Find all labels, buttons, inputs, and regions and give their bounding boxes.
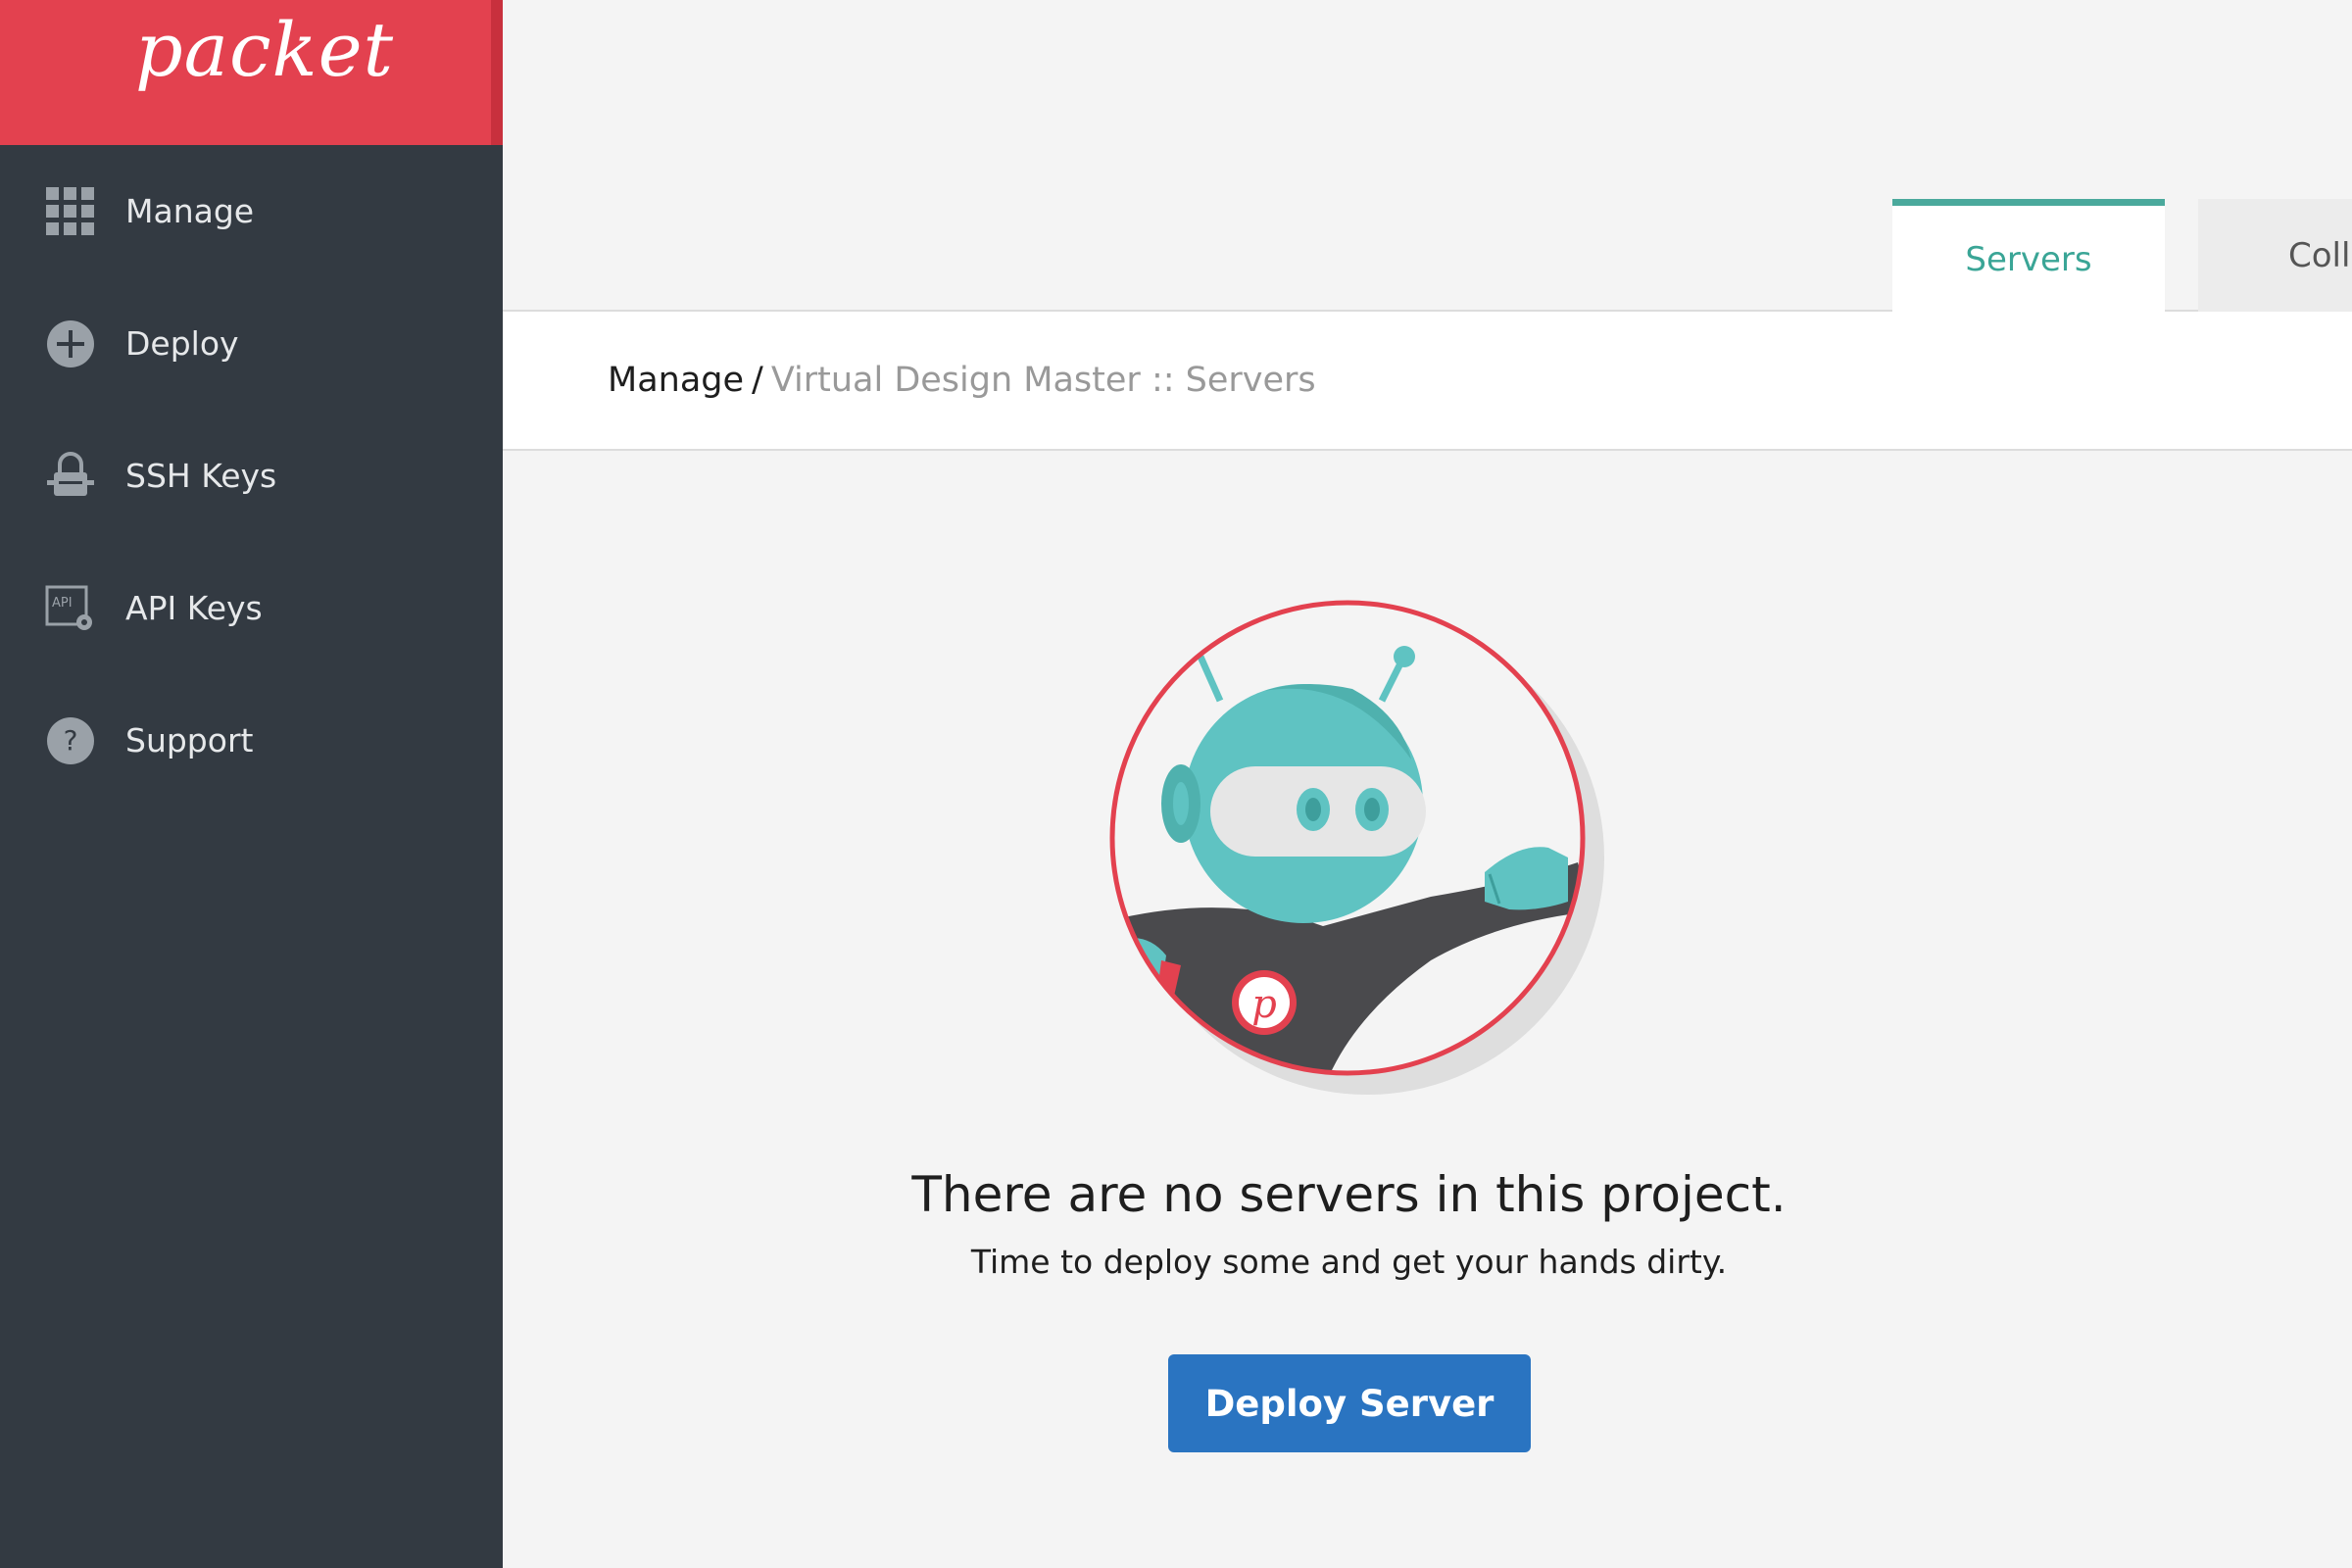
sidebar-item-label: Manage bbox=[125, 192, 255, 230]
breadcrumb-current: Virtual Design Master :: Servers bbox=[770, 361, 1316, 400]
tab-label: Colla bbox=[2288, 236, 2352, 275]
sidebar-item-label: API Keys bbox=[125, 589, 263, 627]
empty-state: p There are no servers in this project. … bbox=[503, 451, 2352, 1568]
tab-servers[interactable]: Servers bbox=[1892, 199, 2165, 313]
brand-header[interactable]: packet bbox=[0, 0, 503, 145]
breadcrumb-root-link[interactable]: Manage bbox=[608, 361, 744, 400]
question-circle-icon: ? bbox=[45, 715, 96, 766]
tab-label: Servers bbox=[1965, 239, 2092, 279]
sidebar-item-manage[interactable]: Manage bbox=[0, 145, 503, 277]
plus-circle-icon bbox=[45, 318, 96, 369]
api-gear-icon: API bbox=[45, 583, 96, 634]
sidebar-item-support[interactable]: ? Support bbox=[0, 674, 503, 807]
sidebar-item-api-keys[interactable]: API API Keys bbox=[0, 542, 503, 674]
deploy-server-button[interactable]: Deploy Server bbox=[1168, 1354, 1531, 1452]
svg-text:?: ? bbox=[64, 724, 78, 757]
sidebar-item-label: Support bbox=[125, 721, 254, 760]
empty-state-title: There are no servers in this project. bbox=[911, 1166, 1787, 1223]
sidebar-item-deploy[interactable]: Deploy bbox=[0, 277, 503, 410]
svg-text:p: p bbox=[1251, 982, 1277, 1027]
breadcrumb: Manage / Virtual Design Master :: Server… bbox=[503, 312, 2352, 451]
breadcrumb-separator: / bbox=[752, 361, 763, 400]
robot-mascot-icon: p bbox=[1107, 598, 1617, 1107]
sidebar-item-label: Deploy bbox=[125, 324, 239, 363]
lock-key-icon bbox=[45, 451, 96, 502]
empty-state-subtitle: Time to deploy some and get your hands d… bbox=[970, 1243, 1728, 1281]
sidebar: packet Manage Deploy SSH Keys API API Ke… bbox=[0, 0, 503, 1568]
tab-collaborators[interactable]: Colla bbox=[2198, 199, 2352, 313]
sidebar-nav: Manage Deploy SSH Keys API API Keys ? Su… bbox=[0, 145, 503, 807]
svg-text:API: API bbox=[52, 596, 73, 611]
grid-icon bbox=[45, 186, 96, 237]
packet-logo: packet bbox=[135, 6, 395, 93]
sidebar-item-label: SSH Keys bbox=[125, 457, 277, 495]
top-header: Servers Colla bbox=[503, 0, 2352, 313]
sidebar-item-ssh-keys[interactable]: SSH Keys bbox=[0, 410, 503, 542]
